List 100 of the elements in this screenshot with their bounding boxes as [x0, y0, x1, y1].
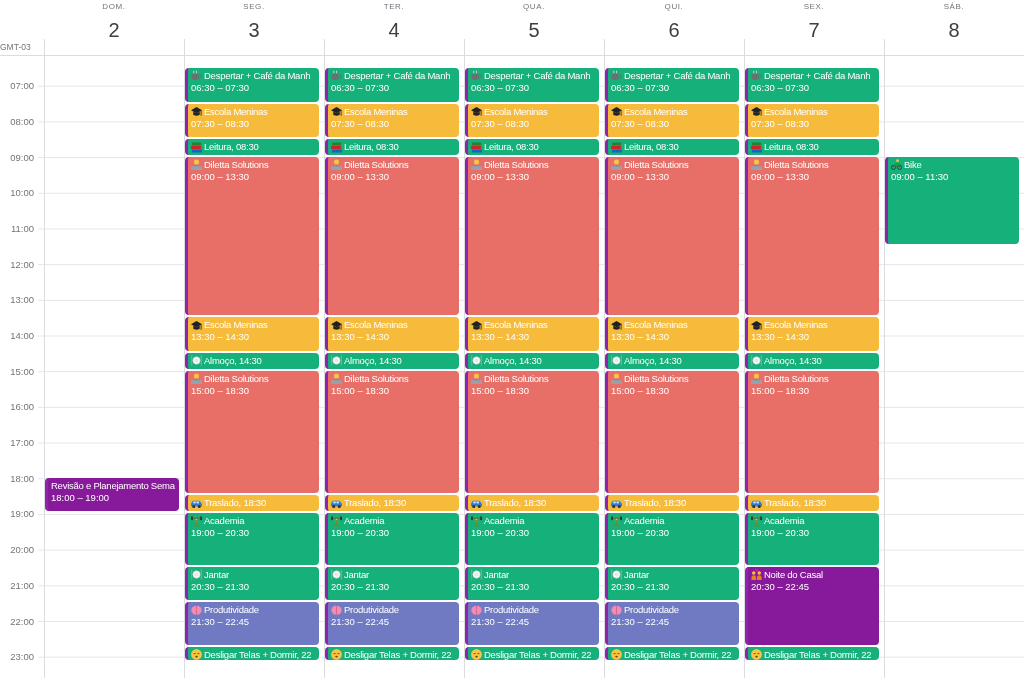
day-number[interactable]: 5	[528, 18, 540, 42]
calendar-event[interactable]: Leitura, 08:30	[325, 139, 459, 155]
calendar-event[interactable]: Escola Meninas 07:30 – 08:30	[465, 103, 599, 138]
calendar-event[interactable]: Traslado, 18:30	[325, 495, 459, 512]
event-title: Desligar Telas + Dormir, 22	[344, 648, 452, 661]
event-time: 13:30 – 14:30	[331, 331, 390, 344]
calendar-event[interactable]: Escola Meninas 07:30 – 08:30	[605, 103, 739, 138]
calendar-event[interactable]: Almoço, 14:30	[745, 352, 879, 369]
calendar-event[interactable]: Escola Meninas 13:30 – 14:30	[465, 317, 599, 351]
day-number[interactable]: 6	[668, 18, 680, 42]
event-time: 09:00 – 13:30	[191, 170, 250, 183]
hour-label: 17:00	[10, 437, 34, 449]
calendar-event[interactable]: Academia 19:00 – 20:30	[325, 513, 459, 565]
calendar-event[interactable]: Academia 19:00 – 20:30	[465, 513, 599, 565]
calendar-event[interactable]: Desligar Telas + Dormir, 22	[605, 646, 739, 660]
calendar-event[interactable]: Despertar + Café da Manh 06:30 – 07:30	[465, 67, 599, 102]
day-number[interactable]: 8	[948, 18, 960, 42]
calendar-event[interactable]: Escola Meninas 07:30 – 08:30	[325, 103, 459, 138]
event-title: Desligar Telas + Dormir, 22	[764, 648, 872, 661]
sleepy-face-icon	[611, 649, 622, 661]
calendar-event[interactable]: Bike 09:00 – 11:30	[885, 156, 1019, 244]
calendar-event[interactable]: Jantar 20:30 – 21:30	[185, 566, 319, 601]
calendar-event[interactable]: Traslado, 18:30	[465, 495, 599, 512]
coffee-cup-icon	[471, 70, 482, 82]
plate-cutlery-icon	[471, 355, 482, 367]
calendar-event[interactable]: Despertar + Café da Manh 06:30 – 07:30	[605, 67, 739, 102]
calendar-event[interactable]: Almoço, 14:30	[605, 352, 739, 369]
calendar-event[interactable]: Leitura, 08:30	[185, 139, 319, 155]
calendar-event[interactable]: Desligar Telas + Dormir, 22	[745, 646, 879, 660]
calendar-event[interactable]: Despertar + Café da Manh 06:30 – 07:30	[745, 67, 879, 102]
calendar-event[interactable]: Jantar 20:30 – 21:30	[605, 566, 739, 601]
calendar-event[interactable]: Desligar Telas + Dormir, 22	[325, 646, 459, 660]
calendar-event[interactable]: Jantar 20:30 – 21:30	[325, 566, 459, 601]
couple-heart-icon	[751, 569, 762, 581]
calendar-event[interactable]: Diletta Solutions 09:00 – 13:30	[465, 156, 599, 316]
graduation-cap-icon	[471, 319, 482, 331]
event-title: Produtividade	[624, 604, 679, 617]
calendar-event[interactable]: Diletta Solutions 09:00 – 13:30	[325, 156, 459, 316]
calendar-event[interactable]: Despertar + Café da Manh 06:30 – 07:30	[185, 67, 319, 102]
event-time: 21:30 – 22:45	[611, 616, 670, 629]
calendar-event[interactable]: Diletta Solutions 15:00 – 18:30	[605, 370, 739, 494]
calendar-event[interactable]: Despertar + Café da Manh 06:30 – 07:30	[325, 67, 459, 102]
calendar-event[interactable]: Diletta Solutions 15:00 – 18:30	[185, 370, 319, 494]
day-name: SÁB.	[943, 2, 965, 12]
calendar-event[interactable]: Academia 19:00 – 20:30	[605, 513, 739, 565]
calendar-event[interactable]: Diletta Solutions 15:00 – 18:30	[465, 370, 599, 494]
calendar-event[interactable]: Academia 19:00 – 20:30	[745, 513, 879, 565]
event-time: 19:00 – 20:30	[471, 527, 530, 540]
hour-label: 11:00	[10, 222, 34, 234]
calendar-event[interactable]: Escola Meninas 13:30 – 14:30	[325, 317, 459, 351]
calendar-event[interactable]: Diletta Solutions 09:00 – 13:30	[605, 156, 739, 316]
calendar-event[interactable]: Leitura, 08:30	[745, 139, 879, 155]
day-number[interactable]: 3	[248, 18, 260, 42]
calendar-event[interactable]: Leitura, 08:30	[605, 139, 739, 155]
calendar-event[interactable]: Diletta Solutions 09:00 – 13:30	[185, 156, 319, 316]
calendar-event[interactable]: Traslado, 18:30	[605, 495, 739, 512]
calendar-event[interactable]: Almoço, 14:30	[325, 352, 459, 369]
hour-label: 14:00	[10, 330, 34, 341]
calendar-event[interactable]: Diletta Solutions 09:00 – 13:30	[745, 156, 879, 316]
event-time: 06:30 – 07:30	[751, 81, 810, 94]
hour-label: 20:00	[10, 544, 34, 556]
calendar-event[interactable]: Produtividade 21:30 – 22:45	[325, 602, 459, 645]
hour-label: 08:00	[10, 115, 34, 127]
calendar-event[interactable]: Revisão e Planejamento Sema 18:00 – 19:00	[45, 477, 179, 512]
calendar-event[interactable]: Escola Meninas 13:30 – 14:30	[185, 317, 319, 351]
calendar-event[interactable]: Produtividade 21:30 – 22:45	[465, 602, 599, 645]
calendar-event[interactable]: Desligar Telas + Dormir, 22	[465, 646, 599, 660]
event-time: 09:00 – 13:30	[331, 170, 390, 183]
event-title: Academia	[344, 515, 385, 528]
calendar-event[interactable]: Diletta Solutions 15:00 – 18:30	[745, 370, 879, 494]
day-name: TER.	[383, 2, 405, 12]
brain-icon	[331, 604, 342, 616]
day-number[interactable]: 4	[388, 18, 400, 42]
calendar-event[interactable]: Escola Meninas 07:30 – 08:30	[745, 103, 879, 138]
event-title: Despertar + Café da Manh	[204, 69, 311, 82]
coffee-cup-icon	[191, 70, 202, 82]
day-number[interactable]: 2	[108, 18, 120, 42]
event-title: Desligar Telas + Dormir, 22	[204, 648, 312, 661]
calendar-event[interactable]: Escola Meninas 13:30 – 14:30	[745, 317, 879, 351]
calendar-event[interactable]: Leitura, 08:30	[465, 139, 599, 155]
calendar-event[interactable]: Jantar 20:30 – 21:30	[465, 566, 599, 601]
calendar-event[interactable]: Almoço, 14:30	[465, 352, 599, 369]
plate-cutlery-icon	[191, 355, 202, 367]
event-title: Diletta Solutions	[484, 372, 549, 385]
calendar-event[interactable]: Traslado, 18:30	[185, 495, 319, 512]
calendar-event[interactable]: Desligar Telas + Dormir, 22	[185, 646, 319, 660]
calendar-event[interactable]: Almoço, 14:30	[185, 352, 319, 369]
calendar-event[interactable]: Noite do Casal 20:30 – 22:45	[745, 566, 879, 645]
day-number[interactable]: 7	[808, 18, 820, 42]
calendar-event[interactable]: Produtividade 21:30 – 22:45	[185, 602, 319, 645]
calendar-event[interactable]: Traslado, 18:30	[745, 495, 879, 512]
calendar-event[interactable]: Diletta Solutions 15:00 – 18:30	[325, 370, 459, 494]
calendar-event[interactable]: Academia 19:00 – 20:30	[185, 513, 319, 565]
calendar-event[interactable]: Escola Meninas 13:30 – 14:30	[605, 317, 739, 351]
calendar-event[interactable]: Escola Meninas 07:30 – 08:30	[185, 103, 319, 138]
event-title: Diletta Solutions	[764, 372, 829, 385]
weightlifter-icon	[611, 515, 622, 527]
graduation-cap-icon	[331, 106, 342, 117]
calendar-event[interactable]: Produtividade 21:30 – 22:45	[605, 602, 739, 645]
event-time: 15:00 – 18:30	[611, 384, 670, 397]
